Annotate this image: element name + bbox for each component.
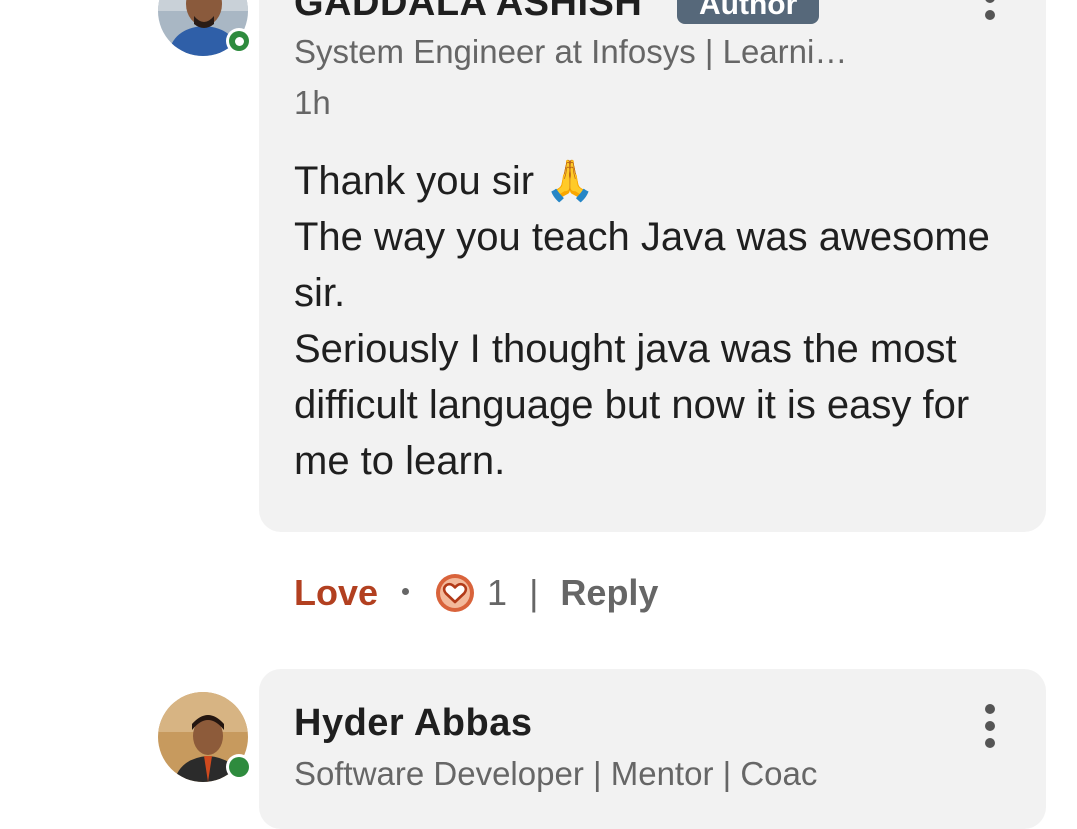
- comment-text: Thank you sir 🙏 The way you teach Java w…: [294, 159, 990, 483]
- more-vertical-icon[interactable]: [984, 0, 996, 20]
- online-status-icon: [226, 28, 252, 54]
- author-headline: Software Developer | Mentor | Coac: [294, 755, 818, 792]
- reaction-count[interactable]: 1: [487, 572, 507, 614]
- author-name[interactable]: Hyder Abbas: [294, 702, 533, 745]
- love-reaction-button[interactable]: Love: [294, 572, 378, 614]
- online-status-icon: [226, 754, 252, 780]
- author-badge: Author: [677, 0, 820, 24]
- more-vertical-icon[interactable]: [984, 704, 996, 748]
- comment-bubble: [259, 669, 1046, 829]
- separator-dot: [402, 587, 410, 595]
- author-avatar[interactable]: [158, 0, 252, 56]
- author-headline: System Engineer at Infosys | Learni…: [294, 33, 848, 70]
- author-avatar[interactable]: [158, 692, 252, 782]
- love-reaction-icon[interactable]: [435, 573, 475, 613]
- action-separator: |: [529, 572, 539, 613]
- author-name[interactable]: GADDALA ASHISH: [294, 0, 642, 25]
- reply-button[interactable]: Reply: [560, 572, 658, 614]
- comment-actions: Love 1 | Reply: [294, 570, 658, 616]
- comment-timestamp: 1h: [294, 84, 331, 121]
